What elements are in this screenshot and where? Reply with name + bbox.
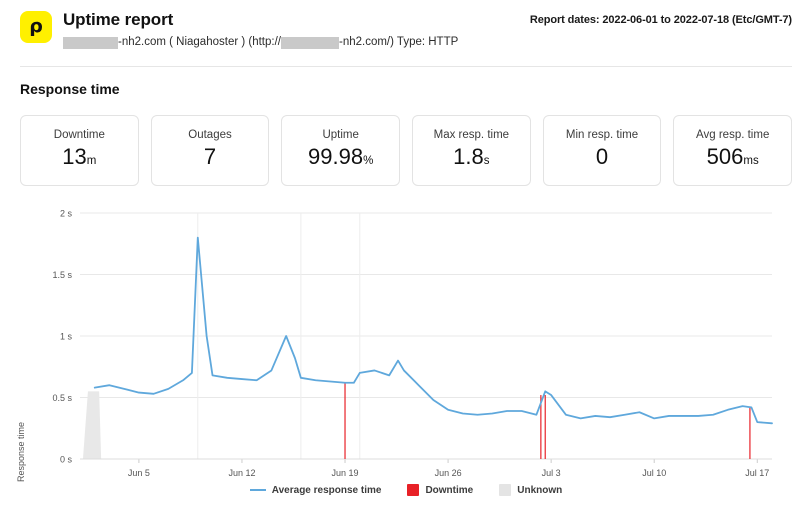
subtitle-text-1: -nh2.com ( Niagahoster ) (http:// bbox=[118, 36, 281, 48]
stat-value-number: 7 bbox=[203, 143, 217, 169]
stat-card-value: 13m bbox=[62, 144, 96, 174]
header-divider bbox=[20, 66, 792, 67]
header-brand-block: ρ Uptime report -nh2.com ( Niagahoster )… bbox=[20, 10, 458, 50]
x-tick-label: Jun 5 bbox=[128, 468, 150, 478]
stat-card-outages: Outages 7 bbox=[150, 115, 270, 186]
logo-glyph: ρ bbox=[29, 14, 43, 37]
stat-card-uptime: Uptime 99.98% bbox=[281, 115, 401, 186]
title-block: Uptime report -nh2.com ( Niagahoster ) (… bbox=[63, 10, 458, 50]
series-line-average-response-time bbox=[93, 236, 773, 425]
stat-card-label: Avg resp. time bbox=[696, 128, 770, 141]
stat-card-value: 506ms bbox=[707, 144, 759, 174]
legend-item-downtime: Downtime bbox=[407, 484, 473, 496]
y-tick-label: 2 s bbox=[60, 209, 73, 219]
legend-swatch-icon bbox=[407, 484, 420, 496]
stat-card-avg-resp-time: Avg resp. time 506ms bbox=[673, 115, 793, 186]
stat-card-label: Uptime bbox=[322, 128, 359, 141]
report-header: ρ Uptime report -nh2.com ( Niagahoster )… bbox=[0, 0, 812, 66]
report-dates: Report dates: 2022-06-01 to 2022-07-18 (… bbox=[529, 14, 792, 26]
legend-label: Downtime bbox=[425, 484, 474, 496]
report-subtitle: -nh2.com ( Niagahoster ) (http:// -nh2.c… bbox=[63, 35, 458, 50]
y-tick-label: 0 s bbox=[60, 455, 73, 465]
y-tick-label: 0.5 s bbox=[52, 393, 72, 403]
pingdom-logo-icon: ρ bbox=[20, 11, 52, 43]
x-tick-label: Jun 12 bbox=[228, 468, 255, 478]
stat-cards-row: Downtime 13m Outages 7 Uptime 99.98% Max… bbox=[20, 115, 793, 186]
stat-card-min-resp-time: Min resp. time 0 bbox=[542, 115, 662, 186]
stat-card-downtime: Downtime 13m bbox=[20, 115, 139, 186]
stat-value-number: 13 bbox=[62, 143, 87, 169]
stat-value-unit: s bbox=[483, 154, 490, 167]
x-tick-label: Jul 17 bbox=[745, 468, 769, 478]
x-tick-label: Jul 3 bbox=[542, 468, 561, 478]
uptime-report-page: ρ Uptime report -nh2.com ( Niagahoster )… bbox=[0, 0, 812, 517]
y-tick-label: 1.5 s bbox=[52, 270, 72, 280]
stat-card-value: 99.98% bbox=[308, 144, 373, 174]
response-time-chart: Response time 0 s 0.5 s 1 s 1.5 s 2 s Jun 5 Ju… bbox=[16, 200, 792, 500]
y-axis-title: Response time bbox=[16, 421, 26, 482]
legend-label: Average response time bbox=[271, 484, 382, 496]
redacted-domain-2 bbox=[280, 36, 339, 49]
stat-value-unit: % bbox=[363, 154, 374, 167]
stat-value-unit: ms bbox=[743, 154, 759, 167]
stat-value-unit: m bbox=[86, 154, 97, 167]
stat-card-value: 7 bbox=[204, 144, 216, 174]
stat-card-label: Downtime bbox=[53, 128, 105, 141]
x-tick-label: Jul 10 bbox=[642, 468, 666, 478]
stat-value-number: 0 bbox=[595, 143, 609, 169]
chart-plot-area: 0 s 0.5 s 1 s 1.5 s 2 s Jun 5 Jun 12 Jun 19 Jun … bbox=[52, 209, 773, 478]
unknown-region bbox=[82, 391, 102, 459]
chart-legend: Average response time Downtime Unknown bbox=[20, 484, 792, 496]
x-tick-label: Jun 26 bbox=[435, 468, 462, 478]
stat-value-number: 1.8 bbox=[453, 143, 484, 169]
stat-value-number: 506 bbox=[706, 143, 744, 169]
y-tick-label: 1 s bbox=[60, 332, 73, 342]
stat-card-label: Outages bbox=[188, 128, 232, 141]
stat-card-max-resp-time: Max resp. time 1.8s bbox=[412, 115, 531, 186]
subtitle-text-2: -nh2.com/) Type: HTTP bbox=[338, 36, 459, 48]
legend-label: Unknown bbox=[517, 484, 563, 496]
redacted-domain-1 bbox=[63, 36, 118, 49]
stat-card-label: Min resp. time bbox=[565, 128, 639, 141]
stat-card-label: Max resp. time bbox=[433, 128, 510, 141]
page-title: Uptime report bbox=[63, 10, 174, 29]
legend-item-average-response-time: Average response time bbox=[249, 484, 382, 496]
stat-card-value: 1.8s bbox=[453, 144, 489, 174]
section-title-response-time: Response time bbox=[20, 81, 120, 97]
legend-item-unknown: Unknown bbox=[499, 484, 562, 496]
stat-card-value: 0 bbox=[596, 144, 608, 174]
x-tick-label: Jun 19 bbox=[332, 468, 359, 478]
legend-line-icon bbox=[249, 489, 266, 491]
legend-swatch-icon bbox=[499, 484, 512, 496]
stat-value-number: 99.98 bbox=[308, 143, 364, 169]
